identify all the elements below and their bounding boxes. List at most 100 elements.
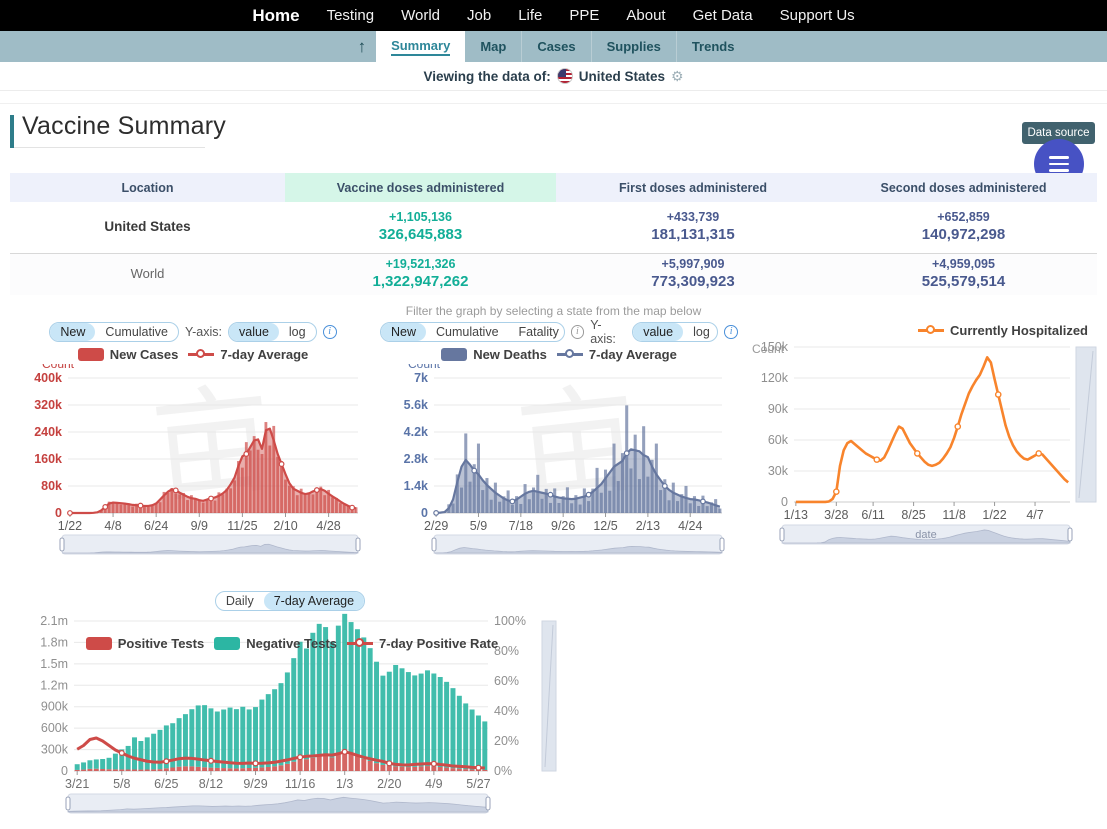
svg-text:7k: 7k: [414, 371, 428, 385]
legend-line-marker: [347, 642, 373, 645]
legend-7-day-average[interactable]: 7-day Average: [188, 347, 308, 362]
toggle-cumulative[interactable]: Cumulative: [426, 323, 509, 341]
datazoom-slider[interactable]: [12, 793, 568, 815]
nav-item-testing[interactable]: Testing: [327, 7, 375, 24]
table-row-united-states[interactable]: United States+1,105,136326,645,883+433,7…: [10, 202, 1097, 253]
location-cell: United States: [10, 202, 285, 253]
tab-trends[interactable]: Trends: [677, 31, 750, 62]
toggle-log[interactable]: log: [683, 323, 718, 341]
svg-text:5/27: 5/27: [466, 777, 490, 791]
toggle-cumulative[interactable]: Cumulative: [95, 323, 178, 341]
legend-line-marker: [557, 353, 583, 356]
total-value: 1,322,947,262: [373, 273, 469, 292]
datazoom-slider[interactable]: [12, 534, 374, 556]
hamburger-icon: [1049, 156, 1069, 159]
svg-text:0: 0: [61, 764, 68, 778]
datazoom-slider[interactable]: [380, 534, 738, 556]
svg-text:1.2m: 1.2m: [40, 678, 68, 692]
datazoom-slider[interactable]: date: [742, 524, 1102, 546]
svg-text:0%: 0%: [494, 764, 512, 778]
col-header-2[interactable]: First doses administered: [556, 173, 830, 202]
toggle-log[interactable]: log: [279, 323, 316, 341]
chart-legend: New Deaths 7-day Average: [380, 344, 738, 364]
value-cell: +433,739181,131,315: [556, 202, 830, 253]
covid-dashboard: Home Testing World Job Life PPE About Get Data S…: [0, 0, 1107, 829]
nav-item-home[interactable]: Home: [252, 6, 299, 26]
svg-text:9/29: 9/29: [243, 777, 267, 791]
page-heading: Vaccine Summary: [10, 112, 226, 148]
divider: [0, 103, 1107, 104]
svg-text:3/21: 3/21: [65, 777, 89, 791]
legend-bar-marker: [214, 637, 240, 650]
legend-negative-tests[interactable]: Negative Tests: [214, 636, 337, 651]
us-flag-icon: [557, 68, 573, 84]
table-row-world[interactable]: World+19,521,3261,322,947,262+5,997,9097…: [10, 253, 1097, 295]
delta-value: +1,105,136: [389, 210, 452, 226]
value-cell: +5,997,909773,309,923: [556, 254, 830, 295]
total-value: 525,579,514: [922, 273, 1005, 292]
legend-positive-tests[interactable]: Positive Tests: [86, 636, 204, 651]
svg-text:12/5: 12/5: [593, 519, 617, 533]
tab-supplies[interactable]: Supplies: [592, 31, 677, 62]
info-icon[interactable]: i: [724, 325, 738, 339]
toggle-7-day-average[interactable]: 7-day Average: [264, 592, 364, 610]
tab-cases[interactable]: Cases: [522, 31, 591, 62]
legend-new-cases[interactable]: New Cases: [78, 347, 179, 362]
nav-item-get-data[interactable]: Get Data: [693, 7, 753, 24]
toggle-group: valuelog: [632, 322, 718, 342]
toggle-new[interactable]: New: [381, 323, 426, 341]
svg-text:8/12: 8/12: [199, 777, 223, 791]
svg-text:90k: 90k: [768, 402, 789, 416]
svg-text:6/25: 6/25: [154, 777, 178, 791]
filter-note: Filter the graph by selecting a state fr…: [0, 304, 1107, 318]
toggle-fatality[interactable]: Fatality: [509, 323, 565, 341]
tab-map[interactable]: Map: [465, 31, 522, 62]
svg-text:2/20: 2/20: [377, 777, 401, 791]
cases-plot: 亩080k160k240k320k400kCount1/224/86/249/9…: [12, 364, 374, 534]
info-icon[interactable]: i: [323, 325, 337, 339]
toggle-new[interactable]: New: [50, 323, 95, 341]
value-cell: +4,959,095525,579,514: [830, 254, 1097, 295]
toggle-value[interactable]: value: [229, 323, 279, 341]
top-nav: Home Testing World Job Life PPE About Get Data S…: [0, 0, 1107, 31]
nav-item-support-us[interactable]: Support Us: [780, 7, 855, 24]
legend-new-deaths[interactable]: New Deaths: [441, 347, 547, 362]
scroll-top-arrow-icon[interactable]: ↑: [358, 37, 367, 57]
toggle-daily[interactable]: Daily: [216, 592, 264, 610]
chart-toggles: NewCumulativeY-axis:valuelogi: [12, 321, 374, 342]
toggle-value[interactable]: value: [633, 323, 683, 341]
legend-7-day-average[interactable]: 7-day Average: [557, 347, 677, 362]
viewing-country: United States: [579, 69, 665, 84]
vaccine-summary-table: LocationVaccine doses administeredFirst …: [10, 173, 1097, 295]
nav-item-ppe[interactable]: PPE: [569, 7, 599, 24]
svg-text:5/9: 5/9: [470, 519, 487, 533]
svg-text:1.5m: 1.5m: [40, 657, 68, 671]
legend-line-marker: [918, 329, 944, 332]
nav-item-life[interactable]: Life: [518, 7, 542, 24]
col-header-3[interactable]: Second doses administered: [830, 173, 1097, 202]
country-selector[interactable]: Viewing the data of: United States ⚙: [0, 62, 1107, 91]
toggle-group: NewCumulative: [49, 322, 179, 342]
nav-item-world[interactable]: World: [401, 7, 440, 24]
col-header-0[interactable]: Location: [10, 173, 285, 202]
nav-item-job[interactable]: Job: [467, 7, 491, 24]
svg-text:11/8: 11/8: [942, 508, 965, 522]
legend-currently-hospitalized[interactable]: Currently Hospitalized: [918, 323, 1088, 338]
svg-text:40%: 40%: [494, 704, 519, 718]
legend-7-day-positive-rate[interactable]: 7-day Positive Rate: [347, 636, 498, 651]
total-value: 773,309,923: [651, 273, 734, 292]
page-title: Vaccine Summary: [22, 112, 226, 141]
svg-text:6/24: 6/24: [144, 519, 168, 533]
chart-legend: New Cases 7-day Average: [12, 344, 374, 364]
svg-text:5/8: 5/8: [113, 777, 130, 791]
info-icon[interactable]: i: [571, 325, 585, 339]
gear-icon[interactable]: ⚙: [671, 68, 684, 85]
toggle-group: valuelog: [228, 322, 317, 342]
chart-toggles: NewCumulativeFatalityiY-axis:valuelogi: [380, 321, 738, 342]
svg-text:4/28: 4/28: [316, 519, 340, 533]
chart-toggles: Daily7-day Average: [12, 590, 568, 611]
tab-summary[interactable]: Summary: [376, 31, 465, 62]
hosp-plot: 030k60k90k120k150k1/133/286/118/2511/81/…: [742, 340, 1102, 524]
nav-item-about[interactable]: About: [626, 7, 665, 24]
col-header-1[interactable]: Vaccine doses administered: [285, 173, 556, 202]
